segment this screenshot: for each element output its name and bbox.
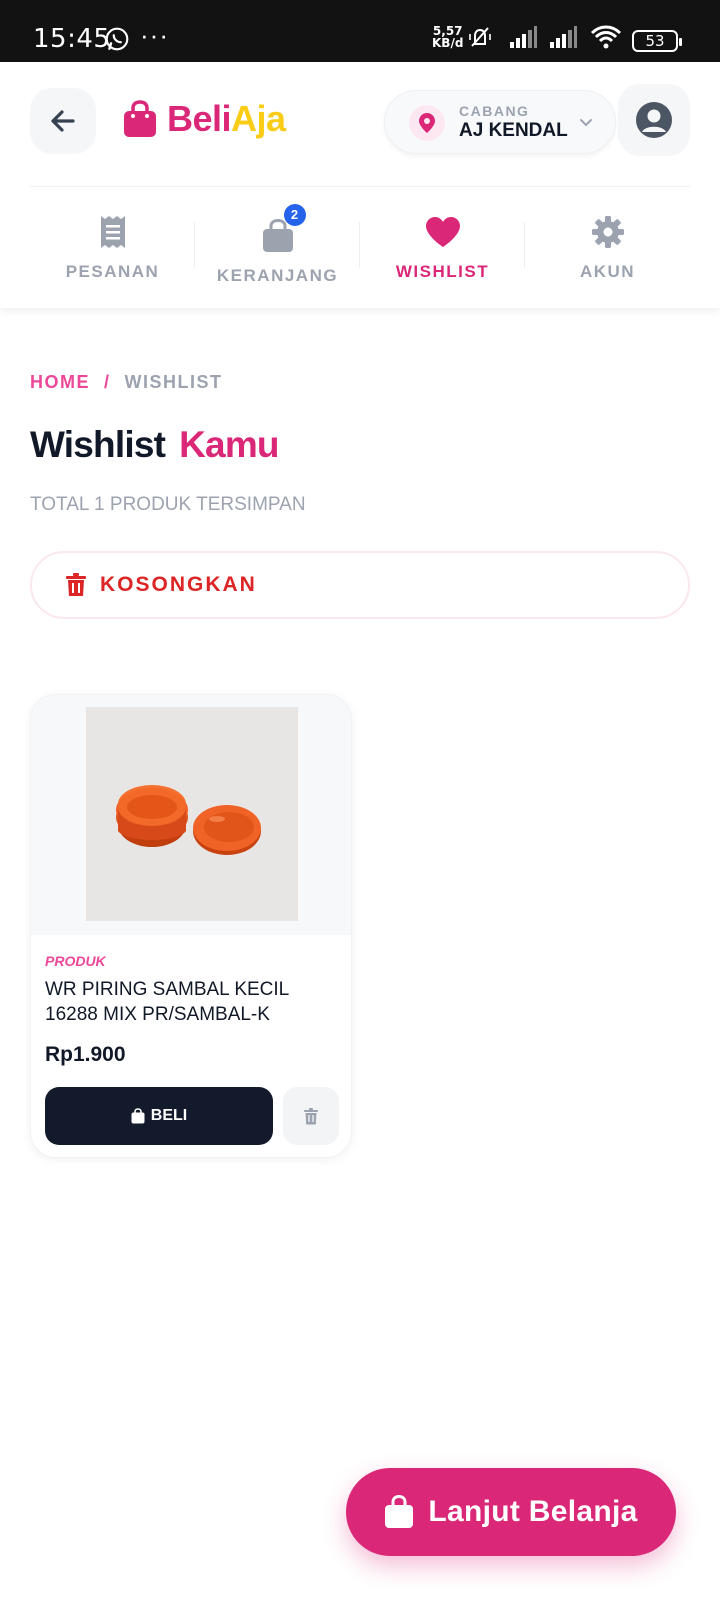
cart-count-badge: 2 [283, 204, 306, 226]
clear-wishlist-button[interactable]: KOSONGKAN [30, 551, 690, 619]
page-title-main: Wishlist [30, 424, 166, 465]
page-title: Wishlist Kamu [30, 424, 280, 466]
signal-icon [510, 26, 537, 48]
more-notifications-icon: ··· [140, 20, 169, 50]
nav-item-keranjang[interactable]: 2 KERANJANG [195, 190, 360, 308]
continue-shopping-label: Lanjut Belanja [428, 1495, 638, 1528]
location-pin-icon [409, 105, 445, 141]
product-name[interactable]: WR PIRING SAMBAL KECIL 16288 MIX PR/SAMB… [45, 977, 341, 1027]
battery-indicator: 53 [632, 30, 682, 52]
status-time: 15:45 [33, 24, 111, 54]
heart-icon [425, 217, 460, 247]
chevron-down-icon [580, 119, 592, 127]
branch-name: AJ KENDAL [459, 120, 568, 141]
back-button[interactable] [30, 88, 96, 154]
nav-item-wishlist[interactable]: WISHLIST [360, 190, 525, 308]
clear-wishlist-label: KOSONGKAN [100, 573, 257, 596]
nav-item-akun[interactable]: AKUN [525, 190, 690, 308]
nav-label: PESANAN [65, 262, 160, 281]
nav-item-pesanan[interactable]: PESANAN [30, 190, 195, 308]
buy-button[interactable]: BELI [45, 1087, 273, 1145]
nav-label: WISHLIST [395, 262, 490, 281]
breadcrumb-home[interactable]: HOME [30, 372, 90, 392]
main-nav: PESANAN 2 KERANJANG WISHLIST AKUN [30, 190, 690, 308]
logo-text-beli: Beli [167, 98, 232, 139]
vibrate-icon [469, 27, 491, 47]
user-circle-icon [636, 102, 672, 138]
trash-icon [304, 1107, 318, 1124]
profile-button[interactable] [618, 84, 690, 156]
whatsapp-icon [105, 27, 129, 51]
nav-label: AKUN [579, 262, 636, 281]
brand-logo[interactable]: BeliAja [123, 98, 286, 140]
product-category: PRODUK [45, 953, 106, 969]
branch-label: CABANG [459, 103, 530, 119]
wifi-icon [590, 25, 622, 49]
shopping-bag-icon [124, 100, 156, 137]
product-image-area [31, 695, 351, 935]
signal-icon [550, 26, 577, 48]
receipt-icon [100, 216, 125, 248]
saved-count-text: TOTAL 1 PRODUK TERSIMPAN [30, 494, 306, 515]
trash-icon [66, 573, 86, 596]
breadcrumb: HOME / WISHLIST [30, 372, 223, 393]
gear-icon [591, 216, 624, 248]
nav-label: KERANJANG [216, 266, 339, 285]
arrow-left-icon [51, 110, 75, 132]
shopping-bag-icon [385, 1495, 414, 1528]
logo-text-aja: Aja [231, 98, 286, 139]
breadcrumb-current: WISHLIST [124, 372, 223, 392]
branch-selector[interactable]: CABANG AJ KENDAL [384, 90, 616, 154]
buy-button-label: BELI [150, 1107, 188, 1124]
product-card[interactable]: PRODUK WR PIRING SAMBAL KECIL 16288 MIX … [30, 694, 352, 1158]
page-title-accent: Kamu [179, 424, 279, 465]
remove-from-wishlist-button[interactable] [283, 1087, 339, 1145]
continue-shopping-button[interactable]: Lanjut Belanja [346, 1468, 676, 1556]
product-image[interactable] [86, 707, 298, 921]
app-header: BeliAja CABANG AJ KENDAL PESANAN 2 KERAN… [0, 62, 720, 308]
breadcrumb-separator: / [104, 372, 111, 392]
network-speed: 5,57 KB/d [432, 24, 464, 50]
status-bar: 15:45 ··· 5,57 KB/d 53 [0, 0, 720, 62]
shopping-bag-icon [131, 1108, 145, 1124]
product-price: Rp1.900 [45, 1043, 126, 1066]
header-divider [30, 186, 690, 187]
